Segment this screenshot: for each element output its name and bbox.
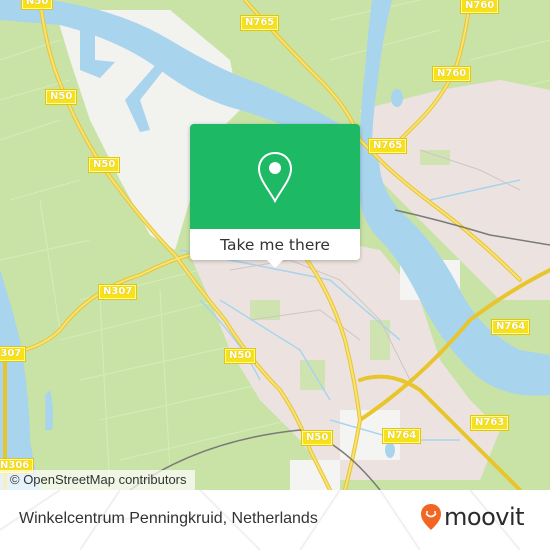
route-shield-n50: N50 <box>46 90 77 104</box>
moovit-smile-pin-icon <box>421 504 441 530</box>
route-shield-n763: N763 <box>471 416 509 430</box>
route-shield-n760: N760 <box>461 0 499 13</box>
route-shield-n50: N50 <box>89 158 120 172</box>
route-shield-n765: N765 <box>241 16 279 30</box>
place-name: Winkelcentrum Penningkruid, Netherlands <box>19 510 318 527</box>
take-me-there-label: Take me there <box>220 235 330 254</box>
location-popup: Take me there <box>190 124 360 268</box>
map-view[interactable]: N50 N765 N760 N760 N50 N50 N765 N307 N76… <box>0 0 550 490</box>
map-pin-icon <box>257 151 293 203</box>
route-shield-n765: N765 <box>369 139 407 153</box>
route-shield-n50: N50 <box>225 349 256 363</box>
route-shield-n764: N764 <box>492 320 530 334</box>
map-attribution[interactable]: © OpenStreetMap contributors <box>0 470 195 490</box>
route-shield-n764: N764 <box>383 429 421 443</box>
take-me-there-button[interactable]: Take me there <box>190 229 360 260</box>
route-shield-n50: N50 <box>22 0 53 9</box>
popup-pointer <box>267 260 283 268</box>
popup-header <box>190 124 360 229</box>
route-shield-n307: N307 <box>0 347 26 361</box>
route-shield-n307: N307 <box>99 285 137 299</box>
route-shield-n760: N760 <box>433 67 471 81</box>
route-shield-n50: N50 <box>302 431 333 445</box>
moovit-logo[interactable]: moovit <box>420 503 525 531</box>
moovit-wordmark: moovit <box>444 503 525 531</box>
footer-bar: Winkelcentrum Penningkruid, Netherlands … <box>0 490 550 550</box>
